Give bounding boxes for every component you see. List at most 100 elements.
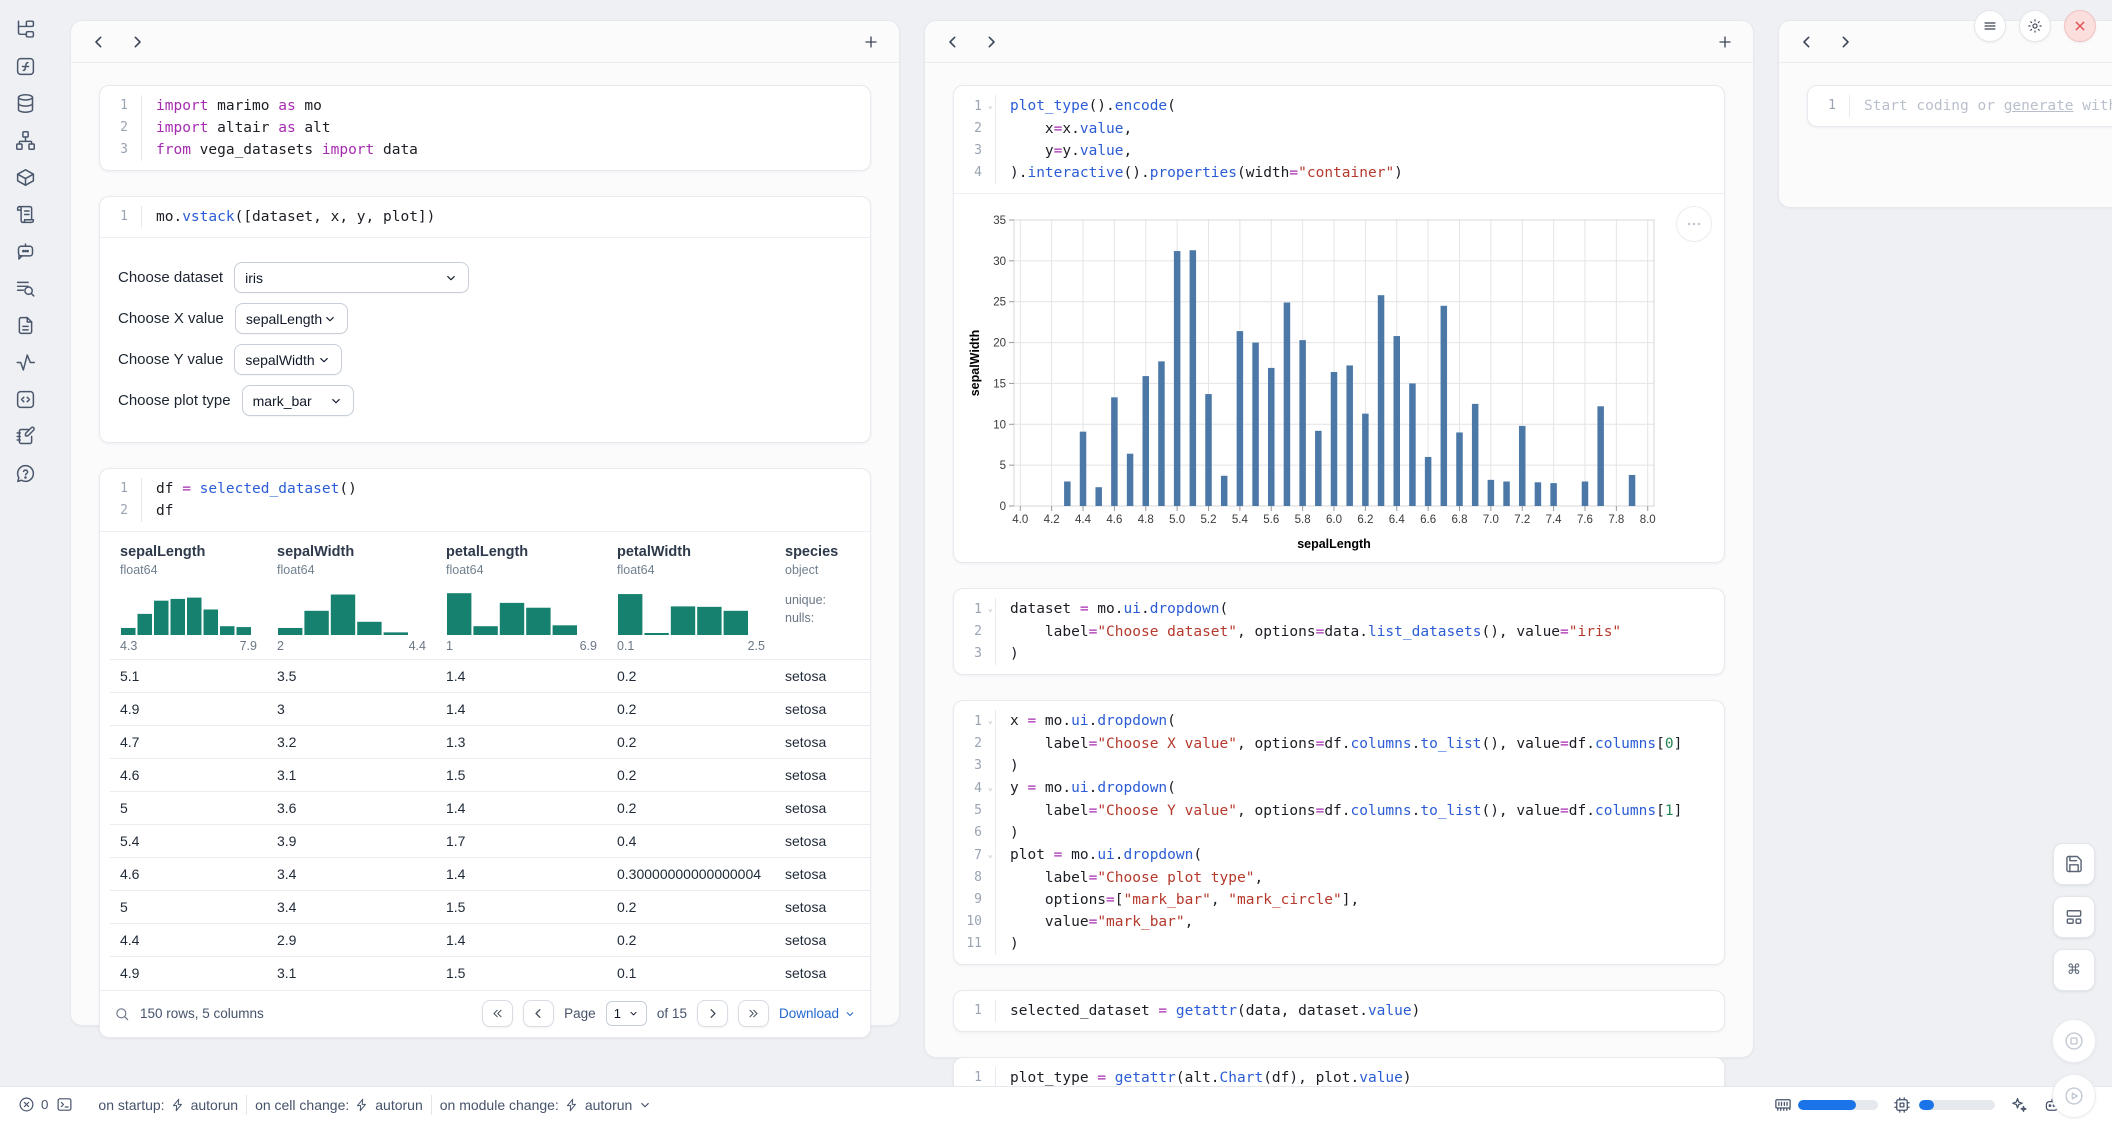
bar bbox=[1535, 482, 1542, 506]
terminal-button[interactable] bbox=[56, 1096, 73, 1113]
column-header-species[interactable]: speciesobjectunique:nulls: bbox=[775, 532, 870, 660]
line-number: 6 bbox=[954, 822, 996, 844]
add-cell-button[interactable] bbox=[863, 34, 879, 50]
code-editor[interactable]: 1df = selected_dataset()2df bbox=[100, 469, 870, 531]
settings-button[interactable] bbox=[2019, 10, 2051, 42]
save-icon bbox=[2064, 854, 2084, 874]
sidebar-item-tracing[interactable] bbox=[8, 349, 42, 376]
code-editor[interactable]: 1import marimo as mo2import altair as al… bbox=[100, 86, 870, 170]
column-prev-button[interactable] bbox=[1799, 34, 1815, 50]
table-row[interactable]: 4.63.41.40.30000000000000004setosa bbox=[110, 858, 870, 891]
code-editor[interactable]: 1Start coding or generate with AI bbox=[1808, 86, 2112, 126]
next-page-button[interactable] bbox=[697, 1000, 728, 1027]
bar bbox=[1221, 476, 1228, 506]
x-value-select[interactable]: sepalLength bbox=[235, 303, 348, 334]
ai-assist-button[interactable] bbox=[2010, 1096, 2028, 1114]
add-cell-button[interactable] bbox=[1717, 34, 1733, 50]
file-tree-icon bbox=[15, 19, 36, 40]
sidebar-item-datasources[interactable] bbox=[8, 90, 42, 117]
stop-button[interactable] bbox=[2052, 1019, 2096, 1063]
column-prev-button[interactable] bbox=[945, 34, 961, 50]
sidebar-item-help[interactable] bbox=[8, 460, 42, 487]
selected-value: iris bbox=[245, 270, 263, 286]
menu-button[interactable] bbox=[1974, 10, 2006, 42]
sidebar-item-dependency-graph[interactable] bbox=[8, 127, 42, 154]
chart-actions-button[interactable] bbox=[1676, 206, 1712, 242]
runtime-config-item[interactable]: on module change:autorun bbox=[440, 1097, 653, 1113]
table-row[interactable]: 53.41.50.2setosa bbox=[110, 891, 870, 924]
table-cell: 3.9 bbox=[267, 825, 436, 858]
table-row[interactable]: 4.63.11.50.2setosa bbox=[110, 759, 870, 792]
table-row[interactable]: 4.931.40.2setosa bbox=[110, 693, 870, 726]
column-next-button[interactable] bbox=[129, 34, 145, 50]
code-editor[interactable]: 1⌄dataset = mo.ui.dropdown(2 label="Choo… bbox=[954, 589, 1724, 674]
table-row[interactable]: 4.73.21.30.2setosa bbox=[110, 726, 870, 759]
code-editor[interactable]: 1selected_dataset = getattr(data, datase… bbox=[954, 991, 1724, 1031]
column-prev-button[interactable] bbox=[91, 34, 107, 50]
first-page-button[interactable] bbox=[482, 1000, 513, 1027]
column-next-button[interactable] bbox=[1837, 34, 1853, 50]
runtime-config-item[interactable]: on cell change:autorun bbox=[255, 1097, 423, 1113]
table-cell: setosa bbox=[775, 957, 870, 990]
runtime-config-item[interactable]: on startup:autorun bbox=[98, 1097, 238, 1113]
sidebar-item-packages[interactable] bbox=[8, 164, 42, 191]
table-row[interactable]: 4.93.11.50.1setosa bbox=[110, 957, 870, 990]
sidebar-item-snippets[interactable] bbox=[8, 312, 42, 339]
layout-button[interactable] bbox=[2053, 896, 2095, 938]
table-cell: 0.2 bbox=[607, 660, 775, 693]
column-min: 0.1 bbox=[617, 639, 634, 653]
svg-text:7.2: 7.2 bbox=[1514, 514, 1530, 526]
bar bbox=[1393, 336, 1400, 506]
prev-page-button[interactable] bbox=[523, 1000, 554, 1027]
code-editor[interactable]: 1⌄x = mo.ui.dropdown(2 label="Choose X v… bbox=[954, 701, 1724, 964]
errors-indicator[interactable]: 0 bbox=[18, 1096, 48, 1113]
run-button[interactable] bbox=[2052, 1074, 2096, 1118]
page-number-select[interactable]: 1 bbox=[606, 1001, 647, 1026]
sidebar-item-variables[interactable] bbox=[8, 386, 42, 413]
column-header-petalLength[interactable]: petalLengthfloat6416.9 bbox=[436, 532, 607, 660]
chevron-down-icon bbox=[317, 353, 331, 367]
bar-chart[interactable]: 4.04.24.44.64.85.05.25.45.65.86.06.26.46… bbox=[966, 206, 1666, 554]
table-row[interactable]: 5.13.51.40.2setosa bbox=[110, 660, 870, 693]
code-editor[interactable]: 1mo.vstack([dataset, x, y, plot]) bbox=[100, 197, 870, 237]
svg-text:5.2: 5.2 bbox=[1201, 514, 1217, 526]
bar bbox=[1143, 376, 1150, 506]
table-row[interactable]: 53.61.40.2setosa bbox=[110, 792, 870, 825]
line-number: 1 bbox=[1808, 95, 1850, 117]
table-row[interactable]: 5.43.91.70.4setosa bbox=[110, 825, 870, 858]
sidebar-item-scratchpad[interactable] bbox=[8, 423, 42, 450]
last-page-button[interactable] bbox=[738, 1000, 769, 1027]
column-header-sepalWidth[interactable]: sepalWidthfloat6424.4 bbox=[267, 532, 436, 660]
table-cell: setosa bbox=[775, 858, 870, 891]
command-icon: ⌘ bbox=[2064, 960, 2084, 980]
sidebar-item-documentation[interactable] bbox=[8, 201, 42, 228]
sidebar-item-ai-chat[interactable] bbox=[8, 238, 42, 265]
bar bbox=[1158, 361, 1165, 506]
terminal-icon bbox=[56, 1096, 73, 1113]
shutdown-button[interactable] bbox=[2064, 10, 2096, 42]
table-cell: 3.6 bbox=[267, 792, 436, 825]
line-number: 2 bbox=[954, 118, 996, 140]
svg-text:5: 5 bbox=[1000, 460, 1006, 472]
download-button[interactable]: Download bbox=[779, 1006, 856, 1021]
column-header-petalWidth[interactable]: petalWidthfloat640.12.5 bbox=[607, 532, 775, 660]
table-row[interactable]: 4.42.91.40.2setosa bbox=[110, 924, 870, 957]
bar bbox=[1080, 432, 1087, 506]
sidebar-item-functions[interactable] bbox=[8, 53, 42, 80]
command-palette-button[interactable]: ⌘ bbox=[2053, 949, 2095, 991]
sidebar-item-logs[interactable] bbox=[8, 275, 42, 302]
column-header-sepalLength[interactable]: sepalLengthfloat644.37.9 bbox=[110, 532, 267, 660]
column-1: 1import marimo as mo2import altair as al… bbox=[70, 20, 900, 1026]
search-icon[interactable] bbox=[114, 1006, 130, 1022]
y-value-select[interactable]: sepalWidth bbox=[234, 344, 342, 375]
bar bbox=[1441, 306, 1448, 506]
column-next-button[interactable] bbox=[983, 34, 999, 50]
column-1-header bbox=[71, 21, 899, 63]
table-footer: 150 rows, 5 columnsPage1of 15Download bbox=[100, 990, 870, 1037]
dataset-select[interactable]: iris bbox=[234, 262, 469, 293]
data-table-scroll[interactable]: sepalLengthfloat644.37.9sepalWidthfloat6… bbox=[100, 532, 870, 990]
plot-type-select[interactable]: mark_bar bbox=[242, 385, 354, 416]
sidebar-item-file-explorer[interactable] bbox=[8, 16, 42, 43]
save-button[interactable] bbox=[2053, 843, 2095, 885]
code-editor[interactable]: 1⌄plot_type().encode(2 x=x.value,3 y=y.v… bbox=[954, 86, 1724, 193]
